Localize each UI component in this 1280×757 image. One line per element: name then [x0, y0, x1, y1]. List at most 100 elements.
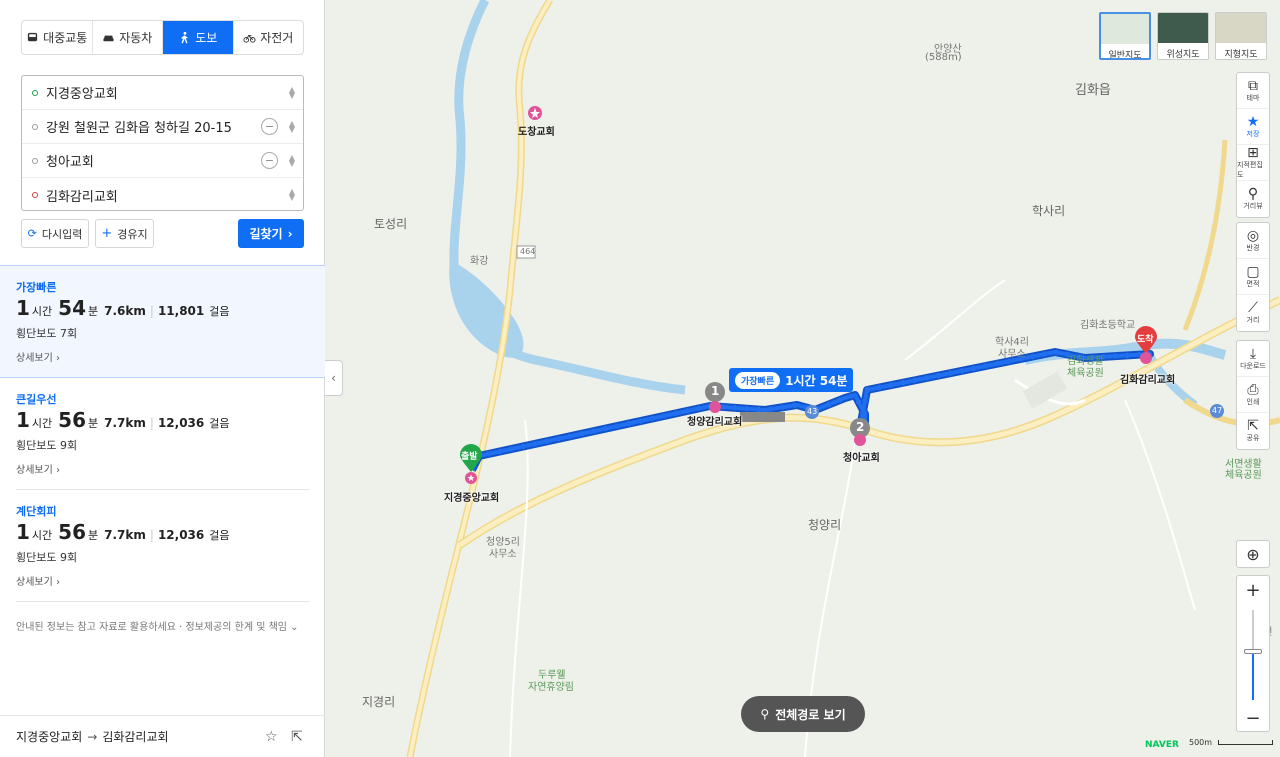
- route-hours: 1: [16, 520, 30, 544]
- route-steps-unit: 걸음: [209, 529, 230, 542]
- separator: |: [149, 416, 154, 430]
- route-hours: 1: [16, 296, 30, 320]
- my-location-button[interactable]: ⊕: [1236, 540, 1270, 568]
- star-icon[interactable]: ☆: [265, 729, 278, 745]
- map-label-park: 체육공원: [1067, 368, 1104, 379]
- distance-button[interactable]: ⟋ 거리: [1237, 295, 1269, 331]
- map-label-office: 사무소: [998, 349, 1026, 360]
- terrain-map-thumb: [1216, 13, 1266, 43]
- theme-icon: ⧉: [1248, 77, 1258, 94]
- map-type-label: 일반지도: [1108, 51, 1142, 60]
- route-crossings: 횡단보도 9회: [16, 551, 78, 564]
- church-marker-icon[interactable]: [526, 104, 544, 122]
- end-value: 김화감리교회: [46, 189, 118, 205]
- share-icon[interactable]: ⇱: [291, 729, 303, 745]
- route-distance: 7.6km: [104, 304, 146, 318]
- route-summary[interactable]: 1 시간 56 분 7.7km | 12,036 걸음: [16, 408, 236, 432]
- control-label: 지적편집도: [1237, 160, 1263, 179]
- end-dot-icon: [32, 192, 38, 198]
- search-label: 길찾기: [249, 227, 283, 241]
- drag-handle-icon[interactable]: ▲ ▼: [289, 120, 295, 134]
- zoom-level-fill: [1252, 652, 1254, 700]
- route-summary[interactable]: 1 시간 56 분 7.7km | 12,036 걸음: [16, 520, 236, 544]
- save-button[interactable]: ★ 저장: [1237, 109, 1269, 145]
- via-dot-icon: [32, 157, 38, 164]
- tab-transit[interactable]: 대중교통: [22, 21, 93, 54]
- start-value: 지경중앙교회: [46, 87, 118, 102]
- route-detail-link[interactable]: 상세보기 ›: [16, 573, 60, 588]
- via-2-number: 2: [856, 420, 865, 434]
- control-label: 반경: [1246, 243, 1260, 252]
- map-tools-measure: ◎ 반경 ▢ 면적 ⟋ 거리: [1236, 222, 1270, 332]
- add-via-button[interactable]: + 경유지: [95, 219, 154, 248]
- area-button[interactable]: ▢ 면적: [1237, 259, 1269, 295]
- tab-walk[interactable]: 도보: [163, 21, 234, 54]
- end-field[interactable]: 김화감리교회 ▲ ▼: [22, 178, 303, 212]
- route-badge-chip: 가장빠른: [735, 371, 781, 389]
- route-overview-icon: ⚲: [760, 707, 770, 721]
- footer-from: 지경중앙교회: [16, 730, 83, 744]
- road-number: 464: [520, 247, 536, 256]
- route-steps-unit: 걸음: [209, 417, 230, 430]
- radius-button[interactable]: ◎ 반경: [1237, 223, 1269, 259]
- map-canvas[interactable]: 안양산 (588m) 김화읍 도창교회 토성리 화강 464 학사리 김화초등학…: [325, 0, 1280, 757]
- remove-via-button[interactable]: −: [261, 118, 278, 135]
- route-minutes: 54: [58, 296, 87, 320]
- map-label-park: 체육공원: [1225, 470, 1262, 481]
- map-label-village: 지경리: [362, 695, 396, 709]
- via-1-number: 1: [711, 384, 720, 398]
- cadastral-button[interactable]: ⊞ 지적편집도: [1237, 145, 1269, 181]
- drag-handle-icon[interactable]: ▲ ▼: [289, 86, 295, 100]
- tab-car[interactable]: 자동차: [93, 21, 163, 54]
- map-type-satellite[interactable]: 위성지도: [1157, 12, 1209, 60]
- map-type-terrain[interactable]: 지형지도: [1215, 12, 1267, 60]
- route-detail-link[interactable]: 상세보기 ›: [16, 349, 60, 364]
- search-route-button[interactable]: 길찾기 ›: [238, 219, 304, 248]
- waypoint-inputs: 지경중앙교회 ▲ ▼ 강원 철원군 김화읍 청하길 20-15 − ▲ ▼ 청아교회…: [21, 75, 304, 211]
- route-summary: 1 시간 54 분 7.6km | 11,801 걸음: [16, 296, 236, 320]
- drag-handle-icon[interactable]: ▲ ▼: [289, 154, 295, 168]
- full-route-button[interactable]: ⚲ 전체경로 보기: [741, 696, 865, 732]
- transport-tabs: 대중교통 자동차 도보 자전거: [21, 20, 304, 55]
- route-minutes: 56: [58, 408, 87, 432]
- reset-button[interactable]: ⟳ 다시입력: [21, 219, 89, 248]
- route-detail-link[interactable]: 상세보기 ›: [16, 461, 60, 476]
- road-number: 47: [1212, 406, 1223, 415]
- full-route-label: 전체경로 보기: [775, 707, 846, 722]
- arrow-right-icon: →: [87, 729, 98, 744]
- info-notice[interactable]: 안내된 정보는 참고 자료로 활용하세요 · 정보제공의 한계 및 책임 ⌄: [16, 618, 299, 633]
- route-footer: 지경중앙교회 → 김화감리교회 ☆ ⇱: [0, 715, 325, 757]
- route-tag: 계단회피: [16, 505, 57, 518]
- share-button[interactable]: ⇱ 공유: [1237, 413, 1269, 449]
- chevron-left-icon: ‹: [331, 371, 336, 385]
- control-label: 다운로드: [1240, 361, 1266, 370]
- detail-label: 상세보기: [16, 465, 53, 476]
- detail-label: 상세보기: [16, 353, 53, 364]
- remove-via-button[interactable]: −: [261, 152, 278, 169]
- separator: |: [149, 528, 154, 542]
- route-time-badge[interactable]: 가장빠른 1시간 54분: [729, 368, 854, 392]
- collapse-panel-button[interactable]: ‹: [325, 360, 343, 396]
- route-steps: 12,036: [157, 528, 205, 542]
- start-label: 지경중앙교회: [444, 493, 500, 504]
- via-field-2[interactable]: 청아교회 − ▲ ▼: [22, 144, 303, 178]
- map-label-mountain-alt: (588m): [925, 52, 962, 63]
- streetview-button[interactable]: ⚲ 거리뷰: [1237, 181, 1269, 217]
- zoom-knob[interactable]: [1244, 649, 1262, 654]
- map-type-normal[interactable]: 일반지도: [1099, 12, 1151, 60]
- add-via-label: 경유지: [117, 227, 148, 241]
- via-2-label: 청아교회: [843, 453, 880, 464]
- zoom-in-button[interactable]: +: [1237, 576, 1269, 604]
- download-button[interactable]: ⤓ 다운로드: [1237, 341, 1269, 377]
- tab-bicycle[interactable]: 자전거: [234, 21, 304, 54]
- streetview-icon: ⚲: [1247, 186, 1259, 202]
- tab-label: 자동차: [119, 31, 153, 45]
- map-label-village: 청양리: [808, 518, 842, 532]
- via-field-1[interactable]: 강원 철원군 김화읍 청하길 20-15 − ▲ ▼: [22, 110, 303, 144]
- zoom-out-button[interactable]: −: [1237, 704, 1269, 732]
- start-field[interactable]: 지경중앙교회 ▲ ▼: [22, 76, 303, 110]
- print-button[interactable]: ⎙ 인쇄: [1237, 377, 1269, 413]
- route-minutes-unit: 분: [88, 529, 99, 542]
- theme-button[interactable]: ⧉ 테마: [1237, 73, 1269, 109]
- drag-handle-icon[interactable]: ▲ ▼: [289, 188, 295, 202]
